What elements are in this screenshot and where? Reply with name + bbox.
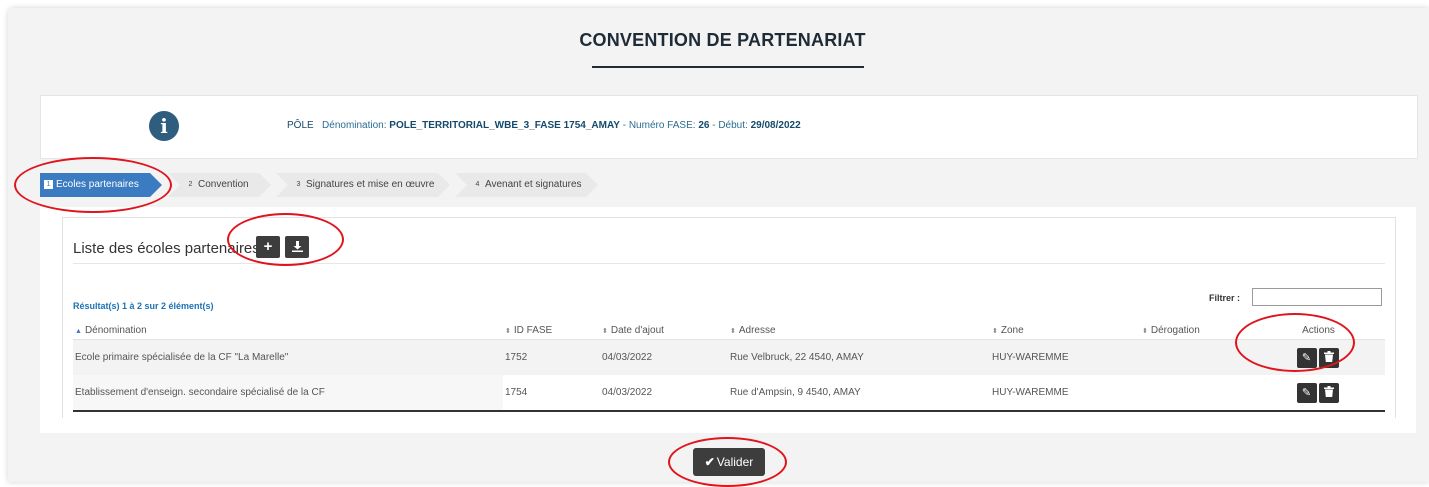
cell-id-fase: 1754 xyxy=(503,375,600,410)
trash-icon xyxy=(1323,385,1334,397)
edit-button[interactable]: ✎ xyxy=(1296,382,1317,403)
step-number: 1 xyxy=(44,180,53,189)
step-number: 2 xyxy=(188,181,193,188)
filter-input[interactable] xyxy=(1252,288,1382,306)
col-label: Zone xyxy=(1000,324,1024,336)
delete-button[interactable] xyxy=(1318,382,1339,403)
col-id-fase[interactable]: ⬍ ID FASE xyxy=(503,321,600,340)
cell-adresse: Rue d'Ampsin, 9 4540, AMAY xyxy=(728,375,990,410)
step-signatures[interactable]: 3 Signatures et mise en œuvre xyxy=(276,173,450,197)
step-label: Signatures et mise en œuvre xyxy=(306,179,435,190)
cell-zone: HUY-WAREMME xyxy=(990,375,1140,410)
cell-actions: ✎ xyxy=(1250,375,1385,410)
info-summary: PÔLE Dénomination: POLE_TERRITORIAL_WBE_… xyxy=(287,120,801,131)
checkmark-icon: ✔ xyxy=(704,455,715,469)
table-row: Etablissement d'enseign. secondaire spéc… xyxy=(73,375,1385,410)
step-ecoles-partenaires[interactable]: 1 Ecoles partenaires xyxy=(40,173,162,197)
step-label: Ecoles partenaires xyxy=(56,179,139,190)
cell-derogation xyxy=(1140,339,1250,375)
schools-list-box: Liste des écoles partenaires + Résultat(… xyxy=(62,217,1396,418)
step-convention[interactable]: 2 Convention xyxy=(168,173,271,197)
cell-denomination: Etablissement d'enseign. secondaire spéc… xyxy=(73,375,503,410)
edit-button[interactable]: ✎ xyxy=(1296,347,1317,368)
cell-date: 04/03/2022 xyxy=(600,375,728,410)
fase-label: - Numéro FASE: xyxy=(622,120,696,131)
col-date[interactable]: ⬍ Date d'ajout xyxy=(600,321,728,340)
fase-value: 26 xyxy=(698,120,710,131)
list-title: Liste des écoles partenaires xyxy=(73,240,260,257)
info-panel: i PÔLE Dénomination: POLE_TERRITORIAL_WB… xyxy=(40,95,1418,159)
page-title: CONVENTION DE PARTENARIAT xyxy=(579,30,866,50)
edit-icon: ✎ xyxy=(1301,386,1312,399)
download-icon xyxy=(291,241,303,252)
pole-type: PÔLE xyxy=(287,120,314,131)
delete-button[interactable] xyxy=(1318,347,1339,368)
cell-zone: HUY-WAREMME xyxy=(990,339,1140,375)
schools-list-panel: Liste des écoles partenaires + Résultat(… xyxy=(40,207,1416,433)
cell-id-fase: 1752 xyxy=(503,339,600,375)
plus-icon: + xyxy=(263,238,273,255)
step-number: 4 xyxy=(475,181,480,188)
validate-button[interactable]: ✔ Valider xyxy=(693,448,765,476)
col-zone[interactable]: ⬍ Zone xyxy=(990,321,1140,340)
start-label: - Début: xyxy=(712,120,748,131)
validate-label: Valider xyxy=(716,455,754,469)
col-label: Adresse xyxy=(738,324,776,336)
col-adresse[interactable]: ⬍ Adresse xyxy=(728,321,990,340)
col-label: ID FASE xyxy=(513,324,553,336)
col-derogation[interactable]: ⬍ Dérogation xyxy=(1140,321,1250,340)
download-button[interactable] xyxy=(285,236,309,258)
table-header-row: ▲ Dénomination ⬍ ID FASE ⬍ Date d'ajout ⬍ Ad… xyxy=(73,321,1385,340)
table-row: Ecole primaire spécialisée de la CF "La … xyxy=(73,339,1385,375)
step-label: Convention xyxy=(198,179,249,190)
denomination-label: Dénomination: xyxy=(322,120,387,131)
schools-table: ▲ Dénomination ⬍ ID FASE ⬍ Date d'ajout ⬍ Ad… xyxy=(73,321,1385,410)
title-underline xyxy=(592,66,864,68)
filter-label: Filtrer : xyxy=(1209,293,1241,303)
cell-date: 04/03/2022 xyxy=(600,339,728,375)
step-avenant[interactable]: 4 Avenant et signatures xyxy=(455,173,598,197)
col-denomination[interactable]: ▲ Dénomination xyxy=(73,321,503,340)
edit-icon: ✎ xyxy=(1301,351,1312,364)
col-label: Date d'ajout xyxy=(610,324,664,336)
step-number: 3 xyxy=(296,181,301,188)
header-separator xyxy=(73,263,1385,264)
cell-derogation xyxy=(1140,375,1250,410)
trash-icon xyxy=(1323,350,1334,362)
info-icon: i xyxy=(149,111,179,141)
col-label: Actions xyxy=(1302,324,1335,336)
col-label: Dérogation xyxy=(1150,324,1200,336)
start-value: 29/08/2022 xyxy=(750,120,801,131)
cell-adresse: Rue Velbruck, 22 4540, AMAY xyxy=(728,339,990,375)
denomination-value: POLE_TERRITORIAL_WBE_3_FASE 1754_AMAY xyxy=(389,120,620,131)
result-count: Résultat(s) 1 à 2 sur 2 élément(s) xyxy=(73,301,214,311)
cell-actions: ✎ xyxy=(1250,339,1385,375)
col-label: Dénomination xyxy=(84,324,147,336)
cell-denomination: Ecole primaire spécialisée de la CF "La … xyxy=(73,339,503,375)
table-bottom-rule xyxy=(73,410,1385,412)
col-actions: Actions xyxy=(1250,321,1385,340)
add-school-button[interactable]: + xyxy=(256,236,280,258)
step-label: Avenant et signatures xyxy=(485,179,582,190)
